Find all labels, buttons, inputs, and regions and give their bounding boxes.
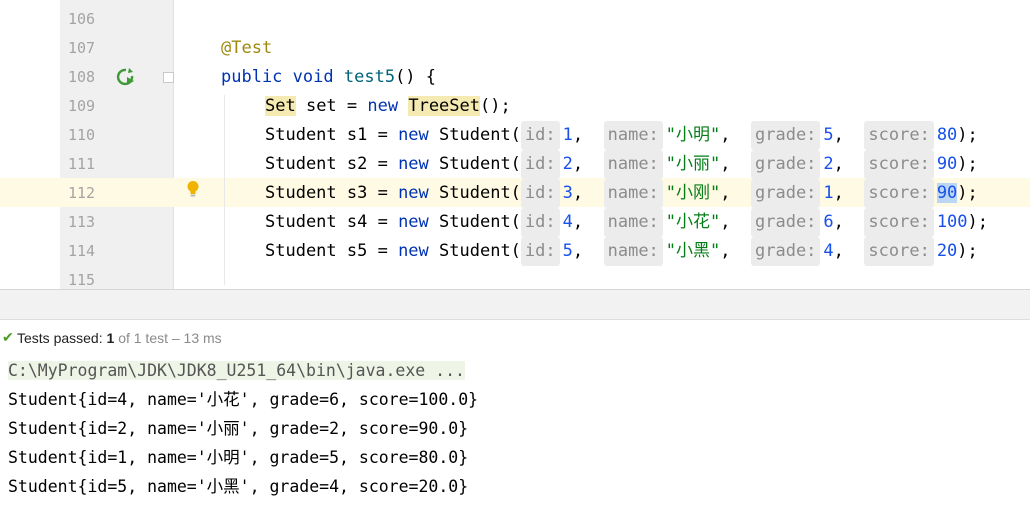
check-icon: ✔ xyxy=(2,329,14,345)
student-declaration: Student s5 = new Student(id: 5, name: "小黑"… xyxy=(265,237,978,266)
indent-guide xyxy=(224,95,225,285)
editor-left-strip xyxy=(0,0,60,289)
code-editor[interactable]: 106 107 108 109 110 111 112 113 114 115 … xyxy=(0,0,1030,289)
line-number: 112 xyxy=(68,184,96,202)
method-declaration: public void test5() { xyxy=(221,67,437,87)
line-number: 110 xyxy=(68,126,96,144)
line-number: 113 xyxy=(68,213,96,231)
line-number: 107 xyxy=(68,39,96,57)
student-declaration: Student s2 = new Student(id: 2, name: "小丽"… xyxy=(265,150,978,179)
selected-text: 90 xyxy=(936,183,958,203)
console-command[interactable]: C:\MyProgram\JDK\JDK8_U251_64\bin\java.e… xyxy=(8,356,465,385)
line-number: 106 xyxy=(68,10,96,28)
line-number: 114 xyxy=(68,242,96,260)
annotation-test: @Test xyxy=(221,38,273,58)
fold-icon[interactable] xyxy=(163,72,174,83)
line-number: 108 xyxy=(68,68,96,86)
lightbulb-icon[interactable] xyxy=(186,180,200,198)
console-output-line: Student{id=4, name='小花', grade=6, score=… xyxy=(8,390,479,409)
run-test-icon[interactable] xyxy=(116,67,136,87)
line-number: 115 xyxy=(68,271,96,289)
console-output-line: Student{id=5, name='小黑', grade=4, score=… xyxy=(8,477,469,496)
test-status-text: Tests passed: 1 of 1 test – 13 ms xyxy=(17,330,222,346)
test-status-bar: ✔ Tests passed: 1 of 1 test – 13 ms xyxy=(0,319,1030,357)
line-number: 111 xyxy=(68,155,96,173)
console-output-line: Student{id=2, name='小丽', grade=2, score=… xyxy=(8,419,469,438)
console-output-line: Student{id=1, name='小明', grade=5, score=… xyxy=(8,448,469,467)
line-number: 109 xyxy=(68,97,96,115)
run-console[interactable]: C:\MyProgram\JDK\JDK8_U251_64\bin\java.e… xyxy=(0,356,1030,514)
panel-splitter[interactable] xyxy=(0,289,1030,320)
set-declaration: Set set = new TreeSet(); xyxy=(265,96,511,116)
student-declaration: Student s4 = new Student(id: 4, name: "小花"… xyxy=(265,208,988,237)
student-declaration: Student s3 = new Student(id: 3, name: "小刚"… xyxy=(265,179,978,208)
student-declaration: Student s1 = new Student(id: 1, name: "小明"… xyxy=(265,121,978,150)
